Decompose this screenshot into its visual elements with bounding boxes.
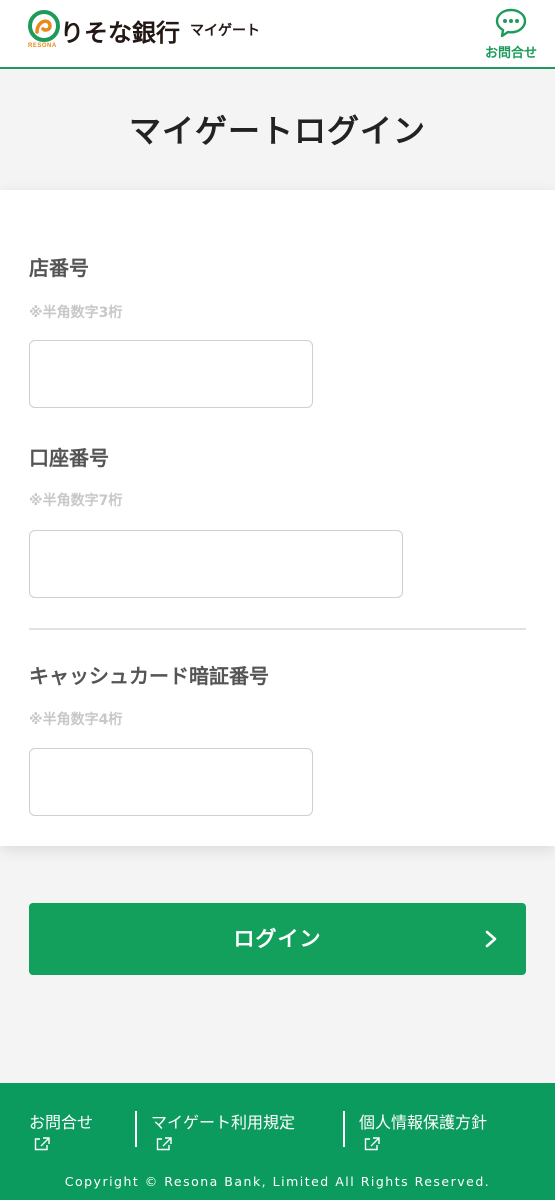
logo-sub-text: RESONA <box>28 43 57 49</box>
form-divider <box>29 628 526 630</box>
branch-number-hint: ※半角数字3桁 <box>29 305 123 321</box>
login-form-card: 店番号 ※半角数字3桁 口座番号 ※半角数字7桁 キャッシュカード暗証番号 ※半… <box>0 190 555 846</box>
bank-name: りそな銀行 <box>60 19 180 47</box>
footer-link-contact[interactable]: お問合せ <box>29 1109 93 1151</box>
header: RESONA りそな銀行 マイゲート お問合せ <box>0 0 555 69</box>
resona-logo[interactable]: RESONA りそな銀行 マイゲート <box>28 10 268 52</box>
footer-link-contact-label: お問合せ <box>29 1113 94 1132</box>
login-button[interactable]: ログイン <box>29 903 526 975</box>
copyright-text: Copyright © Resona Bank, Limited All Rig… <box>64 1174 491 1189</box>
branch-number-label: 店番号 <box>29 256 89 280</box>
header-contact-label: お問合せ <box>484 46 537 61</box>
chat-bubble-icon <box>495 8 527 38</box>
footer-link-privacy-label: 個人情報保護方針 <box>359 1113 488 1132</box>
footer-separator <box>343 1111 345 1147</box>
account-number-hint: ※半角数字7桁 <box>29 493 123 509</box>
branch-number-input[interactable] <box>29 340 313 408</box>
pin-input[interactable] <box>29 748 313 816</box>
account-number-label: 口座番号 <box>29 446 109 470</box>
service-name: マイゲート <box>190 23 260 39</box>
pin-label: キャッシュカード暗証番号 <box>29 664 269 688</box>
chevron-right-icon <box>485 930 497 948</box>
external-link-icon <box>364 1137 380 1151</box>
footer-link-terms[interactable]: マイゲート利用規定 <box>151 1109 295 1151</box>
login-button-label: ログイン <box>233 927 322 951</box>
footer-link-privacy[interactable]: 個人情報保護方針 <box>359 1109 487 1151</box>
footer-link-terms-label: マイゲート利用規定 <box>151 1113 296 1132</box>
account-number-input[interactable] <box>29 530 403 598</box>
footer-separator <box>135 1111 137 1147</box>
external-link-icon <box>156 1137 172 1151</box>
header-contact-button[interactable]: お問合せ <box>479 8 543 64</box>
page-title: マイゲートログイン <box>128 112 426 150</box>
footer: お問合せ マイゲート利用規定 個人情報保護方針 Copyright © Reso… <box>0 1083 555 1200</box>
pin-hint: ※半角数字4桁 <box>29 712 123 728</box>
resona-logo-icon <box>28 10 60 42</box>
external-link-icon <box>34 1137 50 1151</box>
